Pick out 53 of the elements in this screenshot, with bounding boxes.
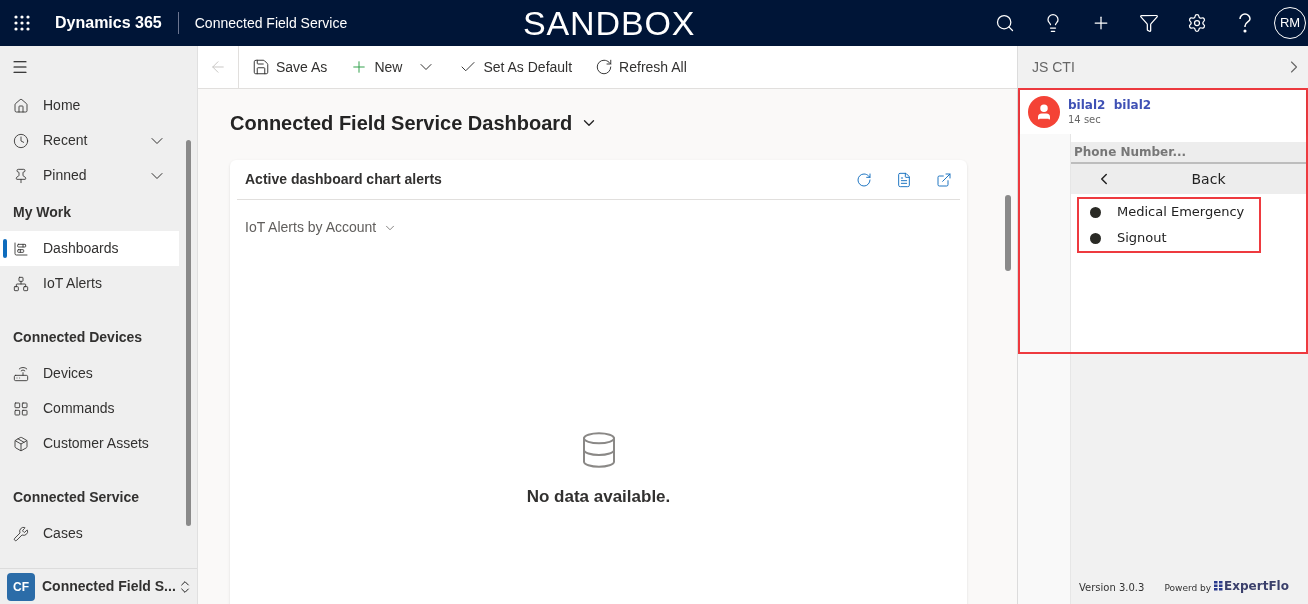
user-avatar-icon xyxy=(1028,96,1060,128)
toolbar-button[interactable]: Refresh All xyxy=(595,45,687,89)
grid-icon xyxy=(13,400,29,417)
panel-title: JS CTI xyxy=(1032,57,1076,77)
brand-name[interactable]: Dynamics 365 xyxy=(55,11,162,35)
sidebar-item[interactable]: Recent xyxy=(0,123,179,158)
empty-message: No data available. xyxy=(526,486,671,508)
toolbar-button[interactable]: New xyxy=(350,45,437,89)
chart-view-selector[interactable]: IoT Alerts by Account xyxy=(245,217,398,238)
save-icon xyxy=(252,58,270,76)
home-icon xyxy=(13,97,29,114)
sidebar-item[interactable]: Customer Assets xyxy=(0,426,179,461)
area-switcher[interactable]: CF Connected Field S... xyxy=(0,568,197,604)
dashboard-icon xyxy=(13,240,29,257)
sidebar-item[interactable]: Commands xyxy=(0,391,179,426)
card-title: Active dashboard chart alerts xyxy=(245,170,443,189)
section-heading: Connected Service xyxy=(12,487,141,507)
document-icon[interactable] xyxy=(896,171,912,188)
area-badge: CF xyxy=(7,572,35,601)
toolbar-button[interactable]: Save As xyxy=(252,45,328,89)
sidebar-item[interactable]: Pinned xyxy=(0,158,179,193)
section-heading: My Work xyxy=(12,202,73,222)
status-option[interactable]: Signout xyxy=(1079,225,1259,251)
call-duration: 14 sec xyxy=(1068,113,1102,126)
area-name: Connected Field S... xyxy=(42,577,176,596)
app-name[interactable]: Connected Field Service xyxy=(194,12,348,34)
sidebar-item[interactable]: Devices xyxy=(0,356,179,391)
caller-name: bilal2 bilal2 xyxy=(1068,98,1152,113)
section-heading: Connected Devices xyxy=(12,327,144,347)
version-label: Version 3.0.3 xyxy=(1079,581,1145,595)
clock-icon xyxy=(13,132,29,149)
pop-out-icon[interactable] xyxy=(936,171,952,188)
sidebar-item[interactable]: IoT Alerts xyxy=(0,266,179,301)
router-icon xyxy=(13,365,29,382)
network-icon xyxy=(13,275,29,292)
refresh-icon xyxy=(595,58,614,76)
sidebar-item[interactable]: Home xyxy=(0,88,179,123)
phone-number-field[interactable]: Phone Number... xyxy=(1071,142,1306,164)
toolbar-button[interactable]: Set As Default xyxy=(459,45,573,89)
pin-icon xyxy=(13,167,29,184)
bullet-icon xyxy=(1090,206,1101,218)
dashboard-title[interactable]: Connected Field Service Dashboard xyxy=(230,108,599,138)
wrench-icon xyxy=(13,525,29,542)
bullet-icon xyxy=(1090,232,1101,244)
back-button[interactable]: Back xyxy=(1071,164,1306,194)
powered-by-label: Powerd by xyxy=(1164,581,1212,595)
status-option[interactable]: Medical Emergency xyxy=(1079,199,1259,225)
vendor-logo: ExpertFlo xyxy=(1214,577,1289,595)
environment-label: SANDBOX xyxy=(523,2,696,44)
package-icon xyxy=(13,435,29,452)
sidebar-item[interactable]: Cases xyxy=(0,516,179,551)
refresh-icon[interactable] xyxy=(856,171,872,188)
sidebar-item[interactable]: Dashboards xyxy=(0,231,179,266)
